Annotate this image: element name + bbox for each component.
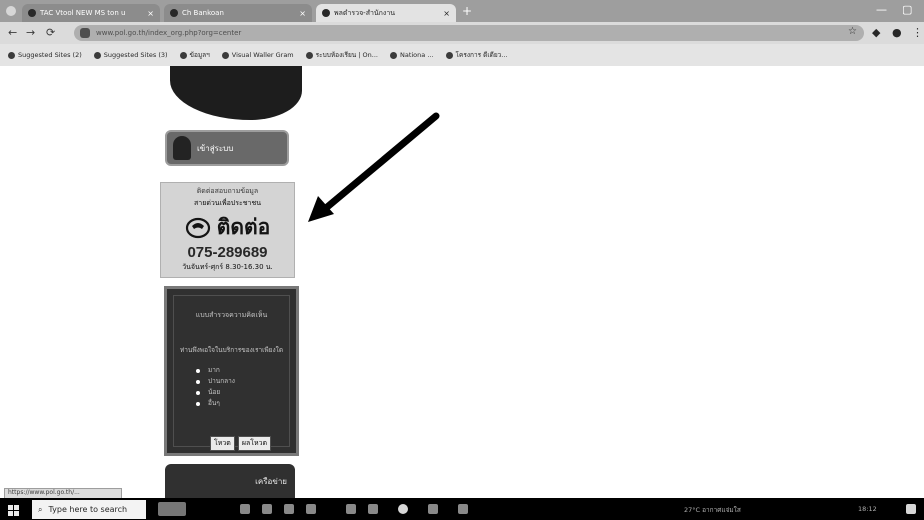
app-icon[interactable] <box>368 504 378 514</box>
file-explorer-icon[interactable] <box>284 504 294 514</box>
app-icon[interactable] <box>458 504 468 514</box>
edge-icon[interactable] <box>262 504 272 514</box>
widget-icon[interactable] <box>158 502 186 516</box>
windows-start-icon[interactable] <box>8 505 20 517</box>
mail-icon[interactable] <box>346 504 356 514</box>
clock[interactable]: 18:12 <box>858 505 877 513</box>
search-icon: ⌕ <box>38 504 43 514</box>
taskbar-search-box[interactable]: ⌕ Type here to search <box>32 500 146 519</box>
search-placeholder: Type here to search <box>48 505 128 514</box>
app-icon[interactable] <box>428 504 438 514</box>
task-view-icon[interactable] <box>240 504 250 514</box>
chrome-icon[interactable] <box>398 504 408 514</box>
notification-icon[interactable] <box>906 504 916 514</box>
weather-widget[interactable]: 27°C อากาศแจ่มใส <box>684 505 741 515</box>
store-icon[interactable] <box>306 504 316 514</box>
annotation-arrow-icon <box>308 112 440 222</box>
